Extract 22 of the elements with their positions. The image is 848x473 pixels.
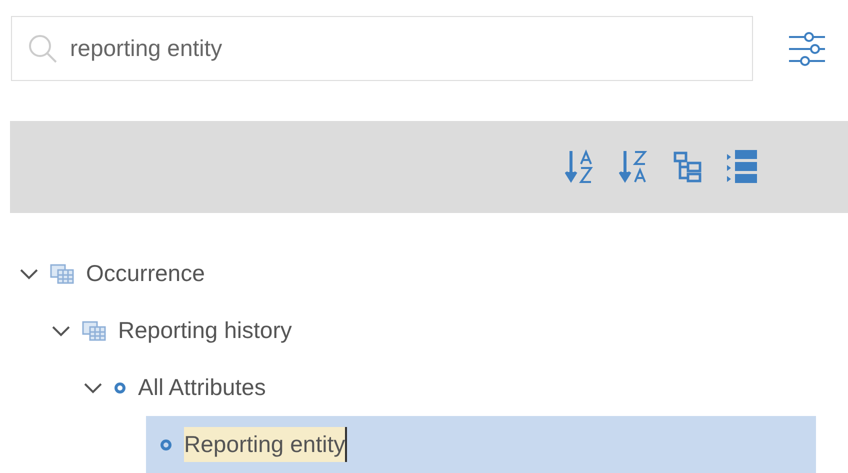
tree-item[interactable]: Occurrence — [20, 245, 848, 302]
tree-item-label: Occurrence — [86, 259, 205, 288]
search-field[interactable]: reporting entity — [11, 16, 753, 81]
chevron-down-icon[interactable] — [84, 382, 102, 394]
search-value: reporting entity — [70, 34, 222, 64]
tree-item-label: All Attributes — [138, 373, 266, 402]
circle-icon — [160, 438, 172, 450]
hierarchy-icon[interactable] — [673, 151, 703, 183]
list-icon[interactable] — [727, 148, 757, 186]
table-icon — [50, 264, 74, 284]
table-icon — [82, 320, 106, 340]
tree-item-label: Reporting entity — [184, 427, 348, 462]
sort-ascending-icon[interactable] — [565, 149, 595, 185]
search-icon — [28, 34, 58, 64]
chevron-down-icon[interactable] — [20, 268, 38, 280]
chevron-down-icon[interactable] — [52, 324, 70, 336]
circle-icon — [114, 382, 126, 394]
tree-item[interactable]: Reporting history — [52, 302, 848, 359]
tree-item[interactable]: All Attributes — [84, 359, 848, 416]
tree-item-label: Reporting history — [118, 316, 292, 346]
tree-item[interactable]: Reporting entity — [146, 416, 816, 473]
sort-descending-icon[interactable] — [619, 149, 649, 185]
